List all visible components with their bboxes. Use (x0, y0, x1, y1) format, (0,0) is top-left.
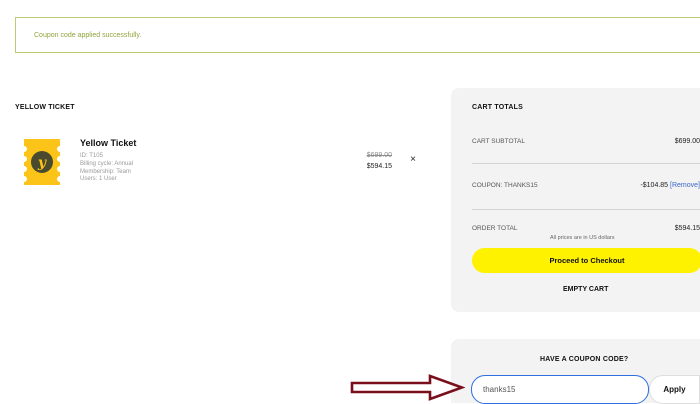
product-meta: ID: T105 Billing cycle: Annual Membershi… (80, 153, 133, 184)
divider (472, 209, 700, 210)
coupon-row-value: -$104.85 [Remove] (640, 182, 700, 189)
cart-totals-panel: CART TOTALS CART SUBTOTAL $699.00 COUPON… (451, 88, 700, 312)
subtotal-label: CART SUBTOTAL (472, 138, 525, 145)
svg-text:y: y (37, 155, 47, 171)
notice-text: Coupon code applied successfully. (34, 31, 142, 39)
cart-totals-title: CART TOTALS (472, 104, 523, 111)
coupon-discount-value: -$104.85 (640, 182, 669, 189)
coupon-panel-title: HAVE A COUPON CODE? (540, 356, 629, 363)
coupon-code-input[interactable] (471, 375, 649, 404)
proceed-to-checkout-button[interactable]: Proceed to Checkout (472, 248, 700, 273)
empty-cart-button[interactable]: EMPTY CART (563, 286, 608, 293)
currency-note: All prices are in US dollars (550, 235, 615, 241)
apply-coupon-button[interactable]: Apply (649, 375, 700, 404)
price-original: $699.00 (366, 152, 392, 159)
remove-item-close-icon[interactable]: × (407, 154, 419, 166)
product-title[interactable]: Yellow Ticket (80, 138, 136, 148)
meta-users: Users: 1 User (80, 176, 117, 183)
ticket-logo-icon: y (24, 139, 60, 185)
cart-section-title: YELLOW TICKET (15, 104, 75, 111)
coupon-panel: HAVE A COUPON CODE? Apply (451, 339, 700, 404)
meta-id: ID: T105 (80, 153, 103, 159)
order-total-label: ORDER TOTAL (472, 225, 518, 232)
order-total-value: $594.15 (674, 225, 700, 232)
coupon-label: COUPON: THANKS15 (472, 182, 538, 189)
meta-membership: Membership: Team (80, 168, 131, 175)
subtotal-value: $699.00 (674, 138, 700, 145)
meta-billing-cycle: Billing cycle: Annual (80, 160, 134, 167)
divider (472, 163, 700, 164)
remove-coupon-link[interactable]: [Remove] (670, 182, 700, 189)
arrow-right-icon (350, 374, 465, 401)
price-final: $594.15 (366, 163, 392, 170)
success-notice: Coupon code applied successfully. (15, 17, 700, 53)
